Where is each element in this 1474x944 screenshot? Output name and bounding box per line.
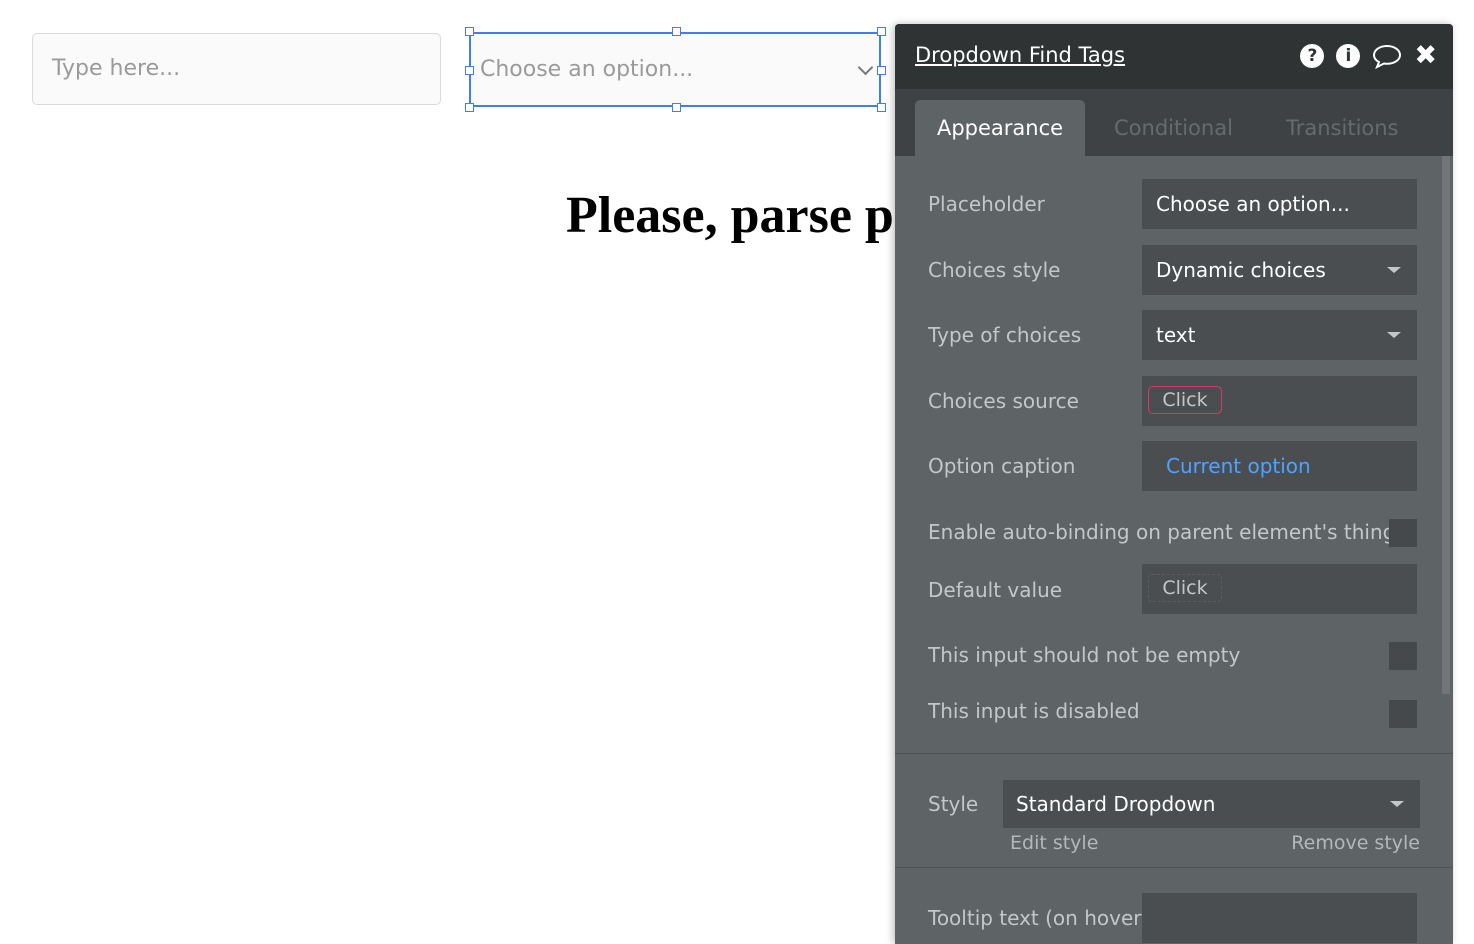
auto-binding-checkbox[interactable] xyxy=(1389,519,1417,547)
caret-down-icon xyxy=(1387,332,1401,338)
option-caption-field[interactable]: Current option xyxy=(1142,441,1417,491)
close-icon[interactable]: ✖ xyxy=(1414,42,1437,69)
panel-header[interactable]: Dropdown Find Tags ? i ✖ xyxy=(895,24,1453,89)
resize-handle-bottom-right[interactable] xyxy=(877,103,886,112)
divider xyxy=(895,867,1453,868)
resize-handle-bottom[interactable] xyxy=(672,103,681,112)
header-icons: ? i ✖ xyxy=(1300,42,1437,70)
resize-handle-bottom-left[interactable] xyxy=(465,103,474,112)
tab-appearance[interactable]: Appearance xyxy=(915,100,1085,156)
remove-style-link[interactable]: Remove style xyxy=(1291,832,1420,854)
chevron-down-icon xyxy=(857,59,874,76)
caret-down-icon xyxy=(1387,267,1401,273)
tooltip-label: Tooltip text (on hover) xyxy=(928,906,1150,930)
tab-transitions[interactable]: Transitions xyxy=(1286,100,1399,156)
tab-conditional[interactable]: Conditional xyxy=(1114,100,1233,156)
type-of-choices-label: Type of choices xyxy=(928,323,1082,347)
disabled-label: This input is disabled xyxy=(928,699,1140,723)
comment-icon[interactable] xyxy=(1372,42,1402,70)
disabled-checkbox[interactable] xyxy=(1389,700,1417,728)
option-caption-value[interactable]: Current option xyxy=(1142,454,1311,478)
choices-source-click[interactable]: Click xyxy=(1148,386,1222,414)
panel-scrollbar[interactable] xyxy=(1442,156,1450,694)
choices-style-label: Choices style xyxy=(928,258,1061,282)
dropdown-find-tags[interactable]: Choose an option... xyxy=(469,32,881,107)
auto-binding-label: Enable auto-binding on parent element's … xyxy=(928,520,1396,544)
divider xyxy=(895,753,1453,754)
tooltip-input[interactable] xyxy=(1142,893,1417,943)
text-input-placeholder: Type here... xyxy=(52,56,181,81)
choices-source-field[interactable]: Click xyxy=(1142,376,1417,426)
not-empty-label: This input should not be empty xyxy=(928,643,1241,667)
dropdown-placeholder: Choose an option... xyxy=(480,57,694,82)
choices-style-value: Dynamic choices xyxy=(1156,258,1326,282)
info-icon[interactable]: i xyxy=(1336,44,1361,68)
style-label: Style xyxy=(928,792,979,816)
choices-style-select[interactable]: Dynamic choices xyxy=(1142,245,1417,295)
type-of-choices-select[interactable]: text xyxy=(1142,310,1417,360)
choices-source-label: Choices source xyxy=(928,389,1079,413)
help-icon[interactable]: ? xyxy=(1300,44,1325,68)
page-heading: Please, parse p xyxy=(566,187,894,244)
option-caption-label: Option caption xyxy=(928,454,1076,478)
property-editor-panel: Dropdown Find Tags ? i ✖ Appearance Cond… xyxy=(895,24,1453,944)
edit-style-link[interactable]: Edit style xyxy=(1010,832,1098,854)
resize-handle-top-left[interactable] xyxy=(465,27,474,36)
placeholder-label: Placeholder xyxy=(928,192,1045,216)
resize-handle-top-right[interactable] xyxy=(877,27,886,36)
not-empty-checkbox[interactable] xyxy=(1389,642,1417,670)
resize-handle-left[interactable] xyxy=(465,66,474,75)
tab-bar: Appearance Conditional Transitions xyxy=(895,89,1453,156)
type-of-choices-value: text xyxy=(1156,323,1196,347)
placeholder-input[interactable]: Choose an option... xyxy=(1142,179,1417,229)
panel-title[interactable]: Dropdown Find Tags xyxy=(915,43,1125,67)
resize-handle-top[interactable] xyxy=(672,27,681,36)
caret-down-icon xyxy=(1390,801,1404,807)
style-select[interactable]: Standard Dropdown xyxy=(1003,780,1420,828)
default-value-label: Default value xyxy=(928,578,1063,602)
style-value: Standard Dropdown xyxy=(1016,792,1216,816)
default-value-click[interactable]: Click xyxy=(1148,574,1222,602)
text-input[interactable]: Type here... xyxy=(32,33,441,105)
resize-handle-right[interactable] xyxy=(877,66,886,75)
default-value-field[interactable]: Click xyxy=(1142,564,1417,614)
